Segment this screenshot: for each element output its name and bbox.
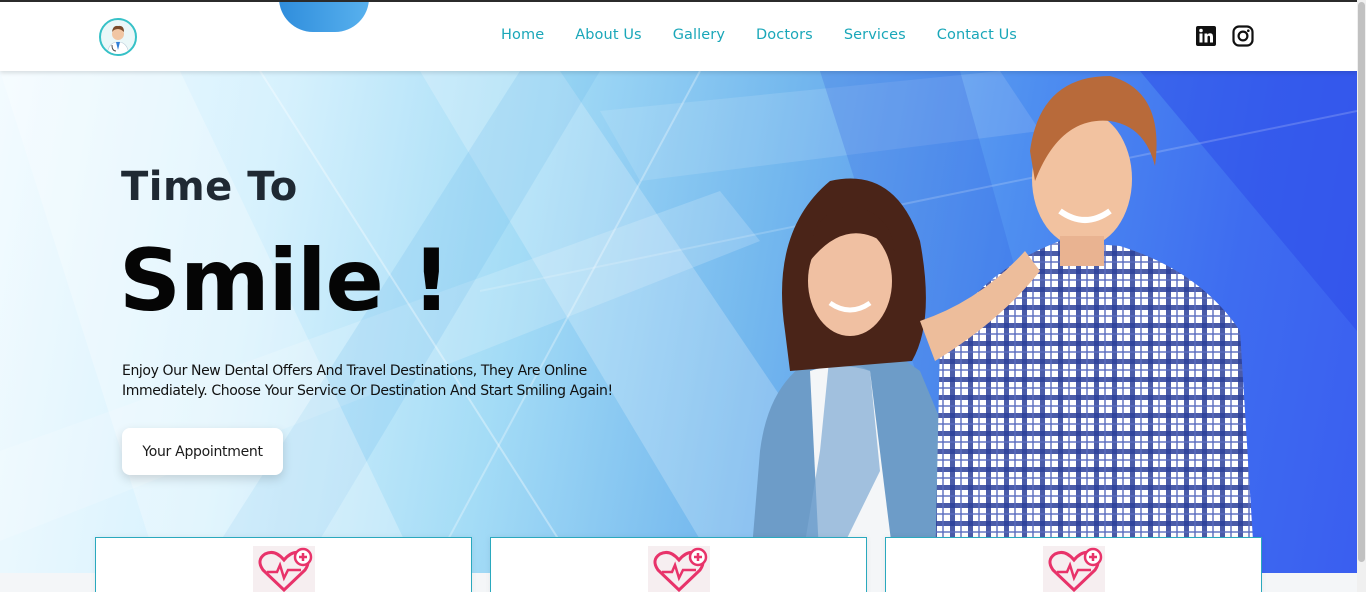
nav-gallery[interactable]: Gallery [673,27,725,43]
page-scrollbar[interactable] [1357,0,1366,592]
service-card-1[interactable] [95,537,472,592]
nav-doctors[interactable]: Doctors [756,27,813,43]
nav-contact-us[interactable]: Contact Us [937,27,1017,43]
doctor-avatar-icon[interactable] [99,18,137,56]
decorative-blob [279,0,369,32]
linkedin-icon[interactable] [1195,25,1217,47]
main-nav: Home About Us Gallery Doctors Services C… [501,27,1048,43]
hero-section: Time To Smile ! Enjoy Our New Dental Off… [0,71,1357,573]
nav-services[interactable]: Services [844,27,906,43]
nav-about-us[interactable]: About Us [575,27,641,43]
hero-subtitle: Time To [121,164,298,210]
service-card-3[interactable] [885,537,1262,592]
nav-home[interactable]: Home [501,27,544,43]
site-header: Home About Us Gallery Doctors Services C… [0,0,1357,71]
scrollbar-thumb[interactable] [1358,2,1365,562]
hero-couple-image [750,76,1255,573]
hero-description: Enjoy Our New Dental Offers And Travel D… [122,363,613,399]
heart-care-icon [1043,546,1105,592]
heart-care-icon [253,546,315,592]
heart-care-icon [648,546,710,592]
appointment-button[interactable]: Your Appointment [122,428,283,475]
hero-title: Smile ! [119,231,451,331]
instagram-icon[interactable] [1232,25,1254,47]
window-top-border [0,0,1366,2]
service-card-2[interactable] [490,537,867,592]
